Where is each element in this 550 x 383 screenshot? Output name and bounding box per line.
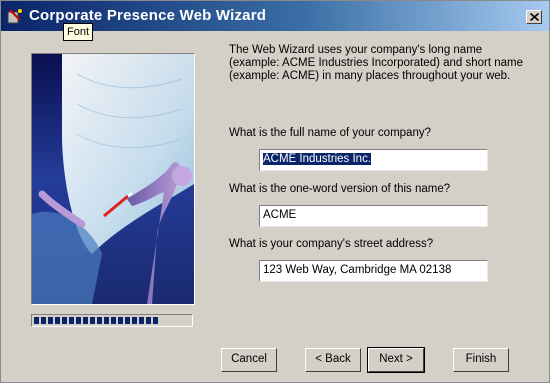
finish-button[interactable]: Finish: [453, 348, 509, 372]
full-name-input[interactable]: ACME Industries Inc.: [259, 149, 488, 171]
progress-bar: [31, 314, 193, 327]
close-button[interactable]: [526, 10, 542, 24]
intro-text: The Web Wizard uses your company's long …: [229, 44, 524, 82]
full-name-label: What is the full name of your company?: [229, 127, 431, 139]
cancel-button[interactable]: Cancel: [221, 348, 277, 372]
wizard-app-icon: [7, 9, 22, 24]
wizard-illustration: [31, 53, 195, 305]
address-input[interactable]: 123 Web Way, Cambridge MA 02138: [259, 260, 488, 282]
window-title: Corporate Presence Web Wizard: [29, 7, 267, 24]
full-name-value: ACME Industries Inc.: [263, 153, 372, 165]
progress-fill: [34, 317, 159, 324]
next-button[interactable]: Next >: [367, 347, 425, 373]
close-icon: [530, 13, 539, 21]
short-name-label: What is the one-word version of this nam…: [229, 183, 451, 195]
back-button[interactable]: < Back: [305, 348, 361, 372]
short-name-input[interactable]: ACME: [259, 205, 488, 227]
wizard-window: Corporate Presence Web Wizard Font The W…: [0, 0, 550, 383]
font-tooltip: Font: [63, 23, 94, 41]
address-label: What is your company's street address?: [229, 238, 434, 250]
